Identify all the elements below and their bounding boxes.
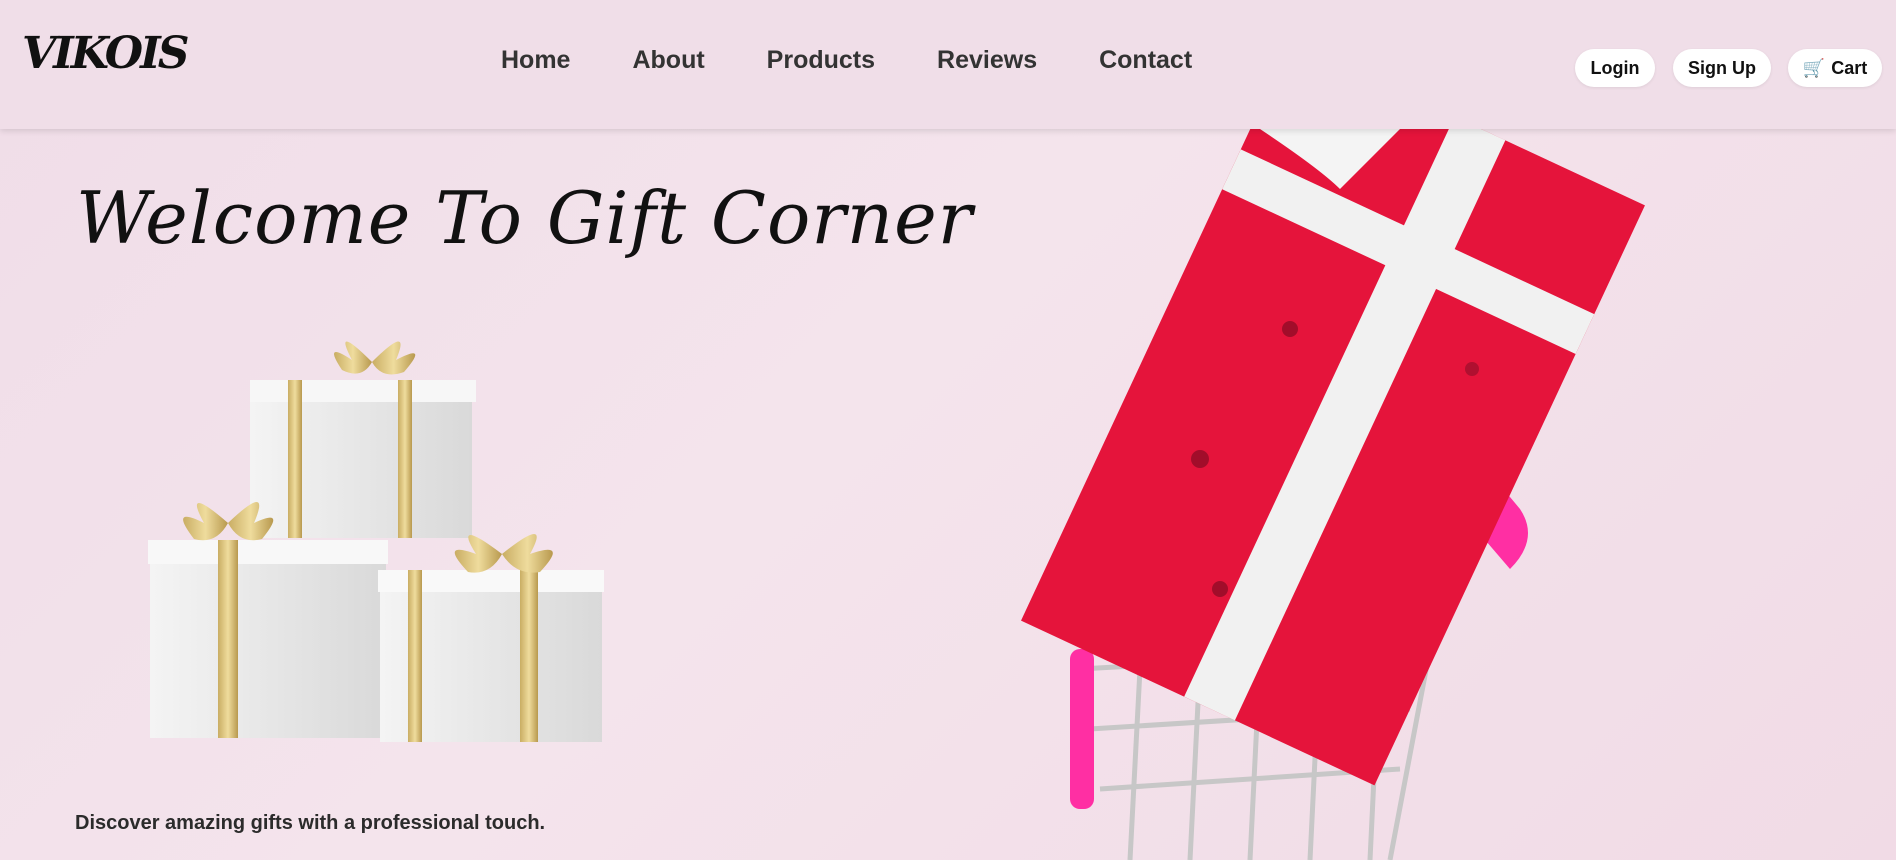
nav-contact[interactable]: Contact: [1099, 46, 1192, 75]
shopping-cart-icon: 🛒: [1802, 57, 1826, 78]
nav-reviews[interactable]: Reviews: [937, 46, 1037, 75]
top-navbar: VIKOIS Home About Products Reviews Conta…: [0, 0, 1896, 129]
nav-home[interactable]: Home: [501, 46, 570, 75]
cart-button[interactable]: 🛒 Cart: [1788, 49, 1882, 87]
hero-title: Welcome To Gift Corner: [76, 176, 974, 260]
main-nav: Home About Products Reviews Contact: [501, 46, 1254, 75]
site-logo[interactable]: VIKOIS: [22, 28, 189, 79]
gift-in-cart-image: [1021, 129, 1645, 860]
hero-tagline: Discover amazing gifts with a profession…: [75, 812, 546, 834]
signup-button[interactable]: Sign Up: [1673, 49, 1771, 87]
login-button[interactable]: Login: [1575, 49, 1655, 87]
nav-products[interactable]: Products: [767, 46, 875, 75]
nav-about[interactable]: About: [632, 46, 704, 75]
gift-boxes-image: [148, 341, 604, 742]
cart-label: Cart: [1831, 57, 1868, 78]
